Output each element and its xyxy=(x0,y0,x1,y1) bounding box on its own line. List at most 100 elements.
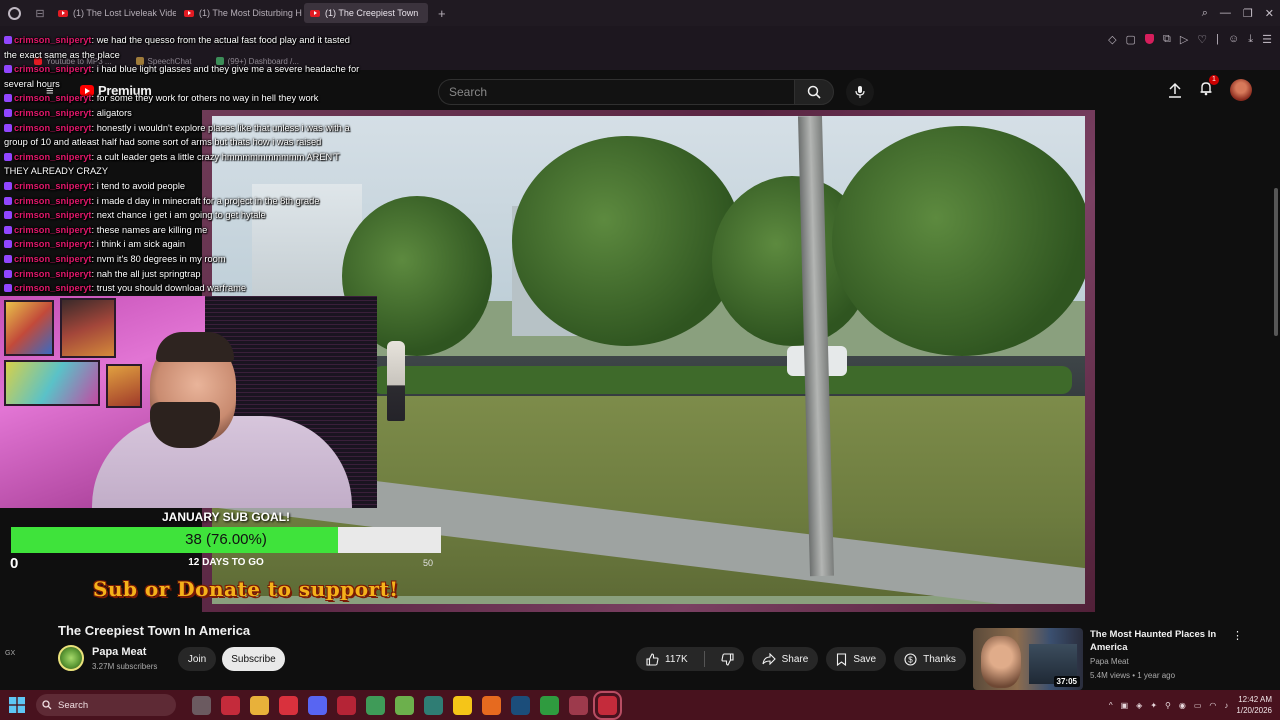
microphone-icon xyxy=(855,86,865,98)
player-icon[interactable]: ▷ xyxy=(1180,33,1188,46)
browser-tab-active[interactable]: (1) The Creepiest Town xyxy=(304,3,428,23)
channel-name[interactable]: Papa Meat xyxy=(92,646,146,658)
search-button[interactable] xyxy=(794,79,834,105)
bookmark-icon xyxy=(837,652,847,666)
tab-title: (1) The Lost Liveleak Video xyxy=(73,8,176,18)
taskbar-app-firefox-icon[interactable] xyxy=(482,695,501,715)
chat-text: i tend to avoid people xyxy=(96,180,186,191)
thanks-button[interactable]: $ Thanks xyxy=(894,647,966,671)
recommended-video-thumbnail[interactable]: 37:05 xyxy=(973,628,1083,690)
bookmark-icon[interactable]: ◇ xyxy=(1108,33,1116,46)
taskbar-search[interactable]: Search xyxy=(36,694,176,716)
easy-setup-icon[interactable]: ☰ xyxy=(1262,33,1272,46)
taskbar-app-spark-icon[interactable] xyxy=(453,695,472,715)
windows-taskbar: Search ^ ▣ ◈ ✦ ⚲ ◉ ▭ ◠ ♪ 12:42 AM 1/20/2… xyxy=(0,690,1280,720)
chat-badge-icon xyxy=(4,94,12,103)
recommended-more-icon[interactable]: ⋮ xyxy=(1232,629,1243,642)
taskbar-app-app-badge-icon[interactable] xyxy=(569,695,588,715)
snapshot-icon[interactable]: ▢ xyxy=(1126,33,1136,46)
gx-rail-label[interactable]: GX xyxy=(5,650,15,657)
chat-badge-icon xyxy=(4,284,12,293)
tray-overflow-icon[interactable]: ^ xyxy=(1109,701,1113,710)
recommended-video-channel[interactable]: Papa Meat xyxy=(1090,657,1129,666)
chat-text: nah the all just springtrap xyxy=(96,268,201,279)
taskbar-app-file-explorer-icon[interactable] xyxy=(250,695,269,715)
adblock-shield-icon[interactable] xyxy=(1144,34,1154,44)
new-tab-button[interactable]: + xyxy=(430,6,454,21)
tray-app-icon[interactable]: ⚲ xyxy=(1165,701,1171,710)
chat-message: crimson_sniperyt: i had blue light glass… xyxy=(4,62,364,91)
save-button[interactable]: Save xyxy=(826,647,887,671)
super-thanks-icon: $ xyxy=(904,652,917,666)
taskbar-app-xbox-icon[interactable] xyxy=(540,695,559,715)
recommended-video-title[interactable]: The Most Haunted Places In America xyxy=(1090,628,1220,654)
opera-menu-icon[interactable] xyxy=(0,0,28,26)
notifications-button[interactable]: 1 xyxy=(1198,74,1219,101)
page-scrollbar[interactable] xyxy=(1274,188,1278,336)
chat-username: crimson_sniperyt xyxy=(14,151,92,162)
chat-username: crimson_sniperyt xyxy=(14,239,92,250)
taskbar-app-notepad-icon[interactable] xyxy=(395,695,414,715)
upload-icon[interactable] xyxy=(1168,82,1182,98)
chat-text: trust you should download warframe xyxy=(96,283,247,294)
sub-goal-bar: 38 (76.00%) xyxy=(11,527,441,553)
taskbar-app-terminal-icon[interactable] xyxy=(424,695,443,715)
browser-tab[interactable]: (1) The Lost Liveleak Video xyxy=(52,3,176,23)
sub-goal-progress: 38 (76.00%) xyxy=(185,531,267,548)
chat-message: crimson_sniperyt: aligators xyxy=(4,106,364,121)
browser-tab-bar: ⊟ (1) The Lost Liveleak Video (1) The Mo… xyxy=(0,0,1280,26)
taskbar-app-chrome-icon[interactable] xyxy=(366,695,385,715)
share-button[interactable]: Share xyxy=(751,647,819,671)
search-input[interactable] xyxy=(438,79,794,105)
chat-username: crimson_sniperyt xyxy=(14,253,92,264)
wall-poster xyxy=(106,364,142,408)
taskbar-app-steam-icon[interactable] xyxy=(511,695,530,715)
chat-message: crimson_sniperyt: nvm it's 80 degrees in… xyxy=(4,252,364,267)
browser-tab[interactable]: (1) The Most Disturbing Ha xyxy=(178,3,302,23)
chat-message: crimson_sniperyt: these names are killin… xyxy=(4,223,364,238)
chat-username: crimson_sniperyt xyxy=(14,283,92,294)
video-hedge xyxy=(372,366,1072,394)
tab-islands-icon[interactable]: ⊟ xyxy=(28,0,52,26)
tray-app-icon[interactable]: ✦ xyxy=(1150,701,1157,710)
chat-message: crimson_sniperyt: nah the all just sprin… xyxy=(4,267,364,282)
video-duration-badge: 37:05 xyxy=(1053,676,1080,687)
video-tree xyxy=(832,126,1085,356)
pip-icon[interactable]: ⧉ xyxy=(1163,33,1171,46)
start-button[interactable] xyxy=(0,690,34,720)
close-window-icon[interactable]: ✕ xyxy=(1265,7,1274,20)
tray-app-icon[interactable]: ◈ xyxy=(1136,701,1142,710)
volume-icon[interactable]: ♪ xyxy=(1224,701,1228,710)
chat-message: crimson_sniperyt: trust you should downl… xyxy=(4,281,364,296)
search-tabs-icon[interactable]: ⌕ xyxy=(1202,7,1208,20)
like-button[interactable]: 117K xyxy=(636,647,698,671)
taskbar-app-opera-gx-2-icon[interactable] xyxy=(337,695,356,715)
taskbar-app-discord-icon[interactable] xyxy=(308,695,327,715)
chat-message: crimson_sniperyt: next chance i get i am… xyxy=(4,208,364,223)
dislike-button[interactable] xyxy=(711,647,744,671)
download-icon[interactable]: ⤓ xyxy=(1248,33,1253,46)
wifi-icon[interactable]: ◠ xyxy=(1209,701,1216,710)
tray-app-icon[interactable]: ◉ xyxy=(1179,701,1186,710)
taskbar-app-obs-icon[interactable] xyxy=(593,690,622,720)
chat-username: crimson_sniperyt xyxy=(14,210,92,221)
restore-icon[interactable]: ❐ xyxy=(1243,7,1253,20)
display-icon[interactable]: ▭ xyxy=(1194,701,1202,710)
join-button[interactable]: Join xyxy=(178,647,216,671)
channel-avatar[interactable] xyxy=(58,645,84,671)
taskbar-app-task-view-icon[interactable] xyxy=(192,695,211,715)
profile-icon[interactable]: ☺ xyxy=(1228,33,1239,45)
subscribe-button[interactable]: Subscribe xyxy=(222,647,285,671)
chat-badge-icon xyxy=(4,123,12,132)
voice-search-button[interactable] xyxy=(846,78,874,106)
taskbar-app-opera-icon[interactable] xyxy=(279,695,298,715)
chat-text: i think i am sick again xyxy=(96,239,186,250)
chat-badge-icon xyxy=(4,36,12,44)
heart-icon[interactable]: ♡ xyxy=(1197,33,1207,46)
subscriber-count: 3.27M subscribers xyxy=(92,662,158,671)
account-avatar[interactable] xyxy=(1230,79,1252,101)
system-clock[interactable]: 12:42 AM 1/20/2026 xyxy=(1236,694,1272,716)
taskbar-app-opera-gx-icon[interactable] xyxy=(221,695,240,715)
tray-app-icon[interactable]: ▣ xyxy=(1121,701,1129,710)
minimize-icon[interactable]: — xyxy=(1220,7,1231,19)
